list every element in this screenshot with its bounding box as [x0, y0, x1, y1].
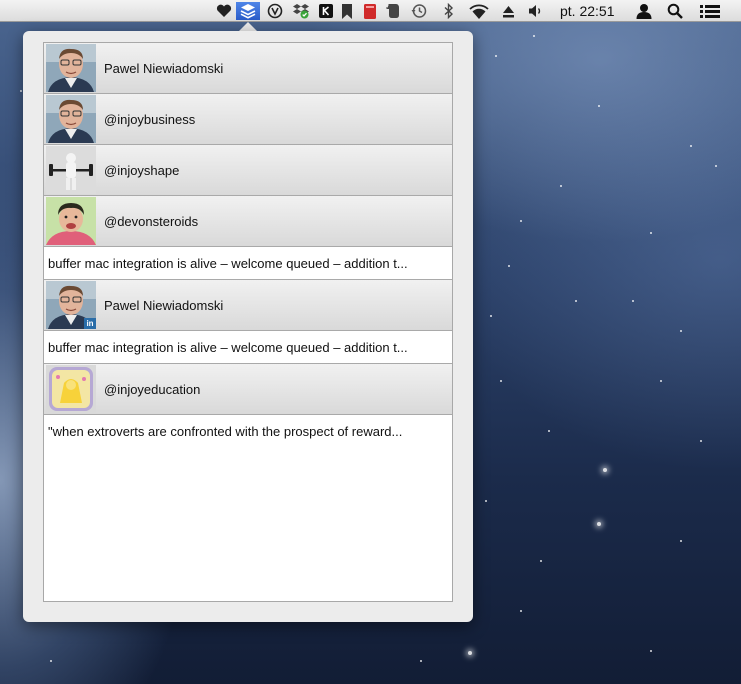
account-row[interactable]: @devonsteroids	[44, 196, 452, 247]
buffer-popover: Pawel Niewiadomski @injoybusiness @injoy…	[23, 31, 473, 622]
account-row[interactable]: Pawel Niewiadomski	[44, 43, 452, 94]
account-name: Pawel Niewiadomski	[104, 60, 224, 76]
buffer-icon[interactable]	[236, 2, 260, 20]
account-row[interactable]: @injoyeducation	[44, 364, 452, 415]
menu-bar: pt. 22:51	[0, 0, 741, 22]
avatar	[46, 365, 96, 413]
eject-icon[interactable]	[498, 2, 518, 20]
account-row[interactable]: @injoybusiness	[44, 94, 452, 145]
avatar	[46, 95, 96, 143]
avatar	[46, 44, 96, 92]
menubar-clock[interactable]: pt. 22:51	[560, 2, 615, 20]
account-name: @devonsteroids	[104, 213, 199, 229]
account-name: @injoybusiness	[104, 111, 196, 127]
user-icon[interactable]	[633, 2, 655, 20]
heart-icon[interactable]	[214, 2, 234, 20]
queued-update-preview[interactable]: "when extroverts are confronted with the…	[44, 415, 452, 448]
account-name: Pawel Niewiadomski	[104, 297, 224, 313]
sonos-icon[interactable]	[264, 2, 286, 20]
dropbox-icon[interactable]	[290, 2, 312, 20]
avatar	[46, 146, 96, 194]
bookmark-icon[interactable]	[338, 2, 356, 20]
avatar: in	[46, 281, 96, 329]
popover-pointer	[239, 22, 257, 31]
account-name: @injoyshape	[104, 162, 180, 178]
linkedin-badge-icon: in	[84, 318, 96, 329]
queued-update-preview[interactable]: buffer mac integration is alive – welcom…	[44, 247, 452, 280]
spotlight-icon[interactable]	[664, 2, 686, 20]
time-machine-icon[interactable]	[408, 2, 430, 20]
account-list: Pawel Niewiadomski @injoybusiness @injoy…	[43, 42, 453, 602]
kindle-icon[interactable]	[316, 2, 336, 20]
bluetooth-icon[interactable]	[440, 2, 458, 20]
volume-icon[interactable]	[525, 2, 547, 20]
avatar	[46, 197, 96, 245]
account-row[interactable]: in Pawel Niewiadomski	[44, 280, 452, 331]
account-row[interactable]: @injoyshape	[44, 145, 452, 196]
wifi-icon[interactable]	[466, 2, 492, 20]
red-book-icon[interactable]	[360, 2, 380, 20]
account-name: @injoyeducation	[104, 381, 201, 397]
evernote-icon[interactable]	[382, 2, 404, 20]
notification-center-icon[interactable]	[697, 2, 723, 20]
queued-update-preview[interactable]: buffer mac integration is alive – welcom…	[44, 331, 452, 364]
